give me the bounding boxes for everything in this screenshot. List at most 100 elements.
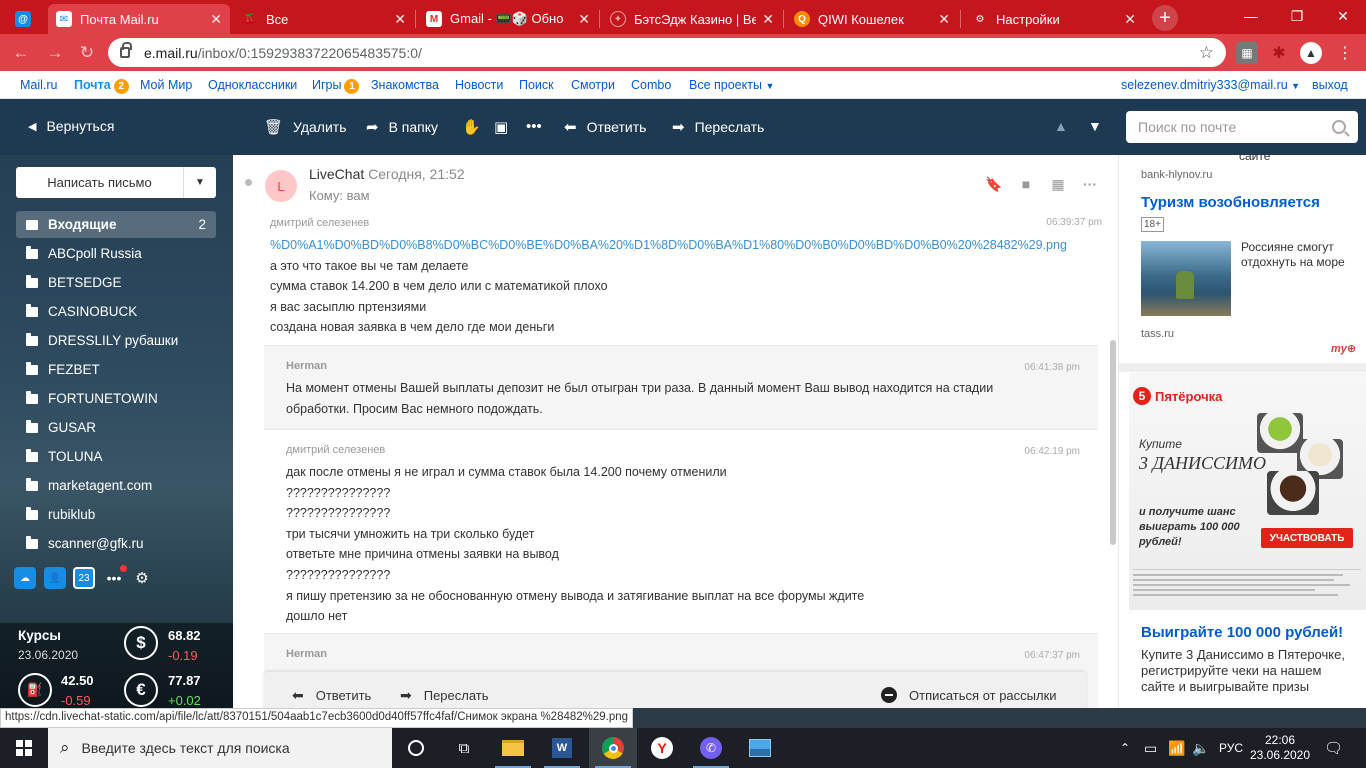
ad-source[interactable]: bank-hlynov.ru <box>1141 169 1212 181</box>
start-button[interactable] <box>0 728 48 768</box>
participate-button[interactable]: УЧАСТВОВАТЬ <box>1261 528 1353 548</box>
sidebar-item-folder[interactable]: TOLUNA <box>16 443 216 470</box>
sender-name[interactable]: LiveChat <box>309 166 364 182</box>
portal-link-mail[interactable]: Почта 2 <box>74 78 129 94</box>
mailru-app-tab[interactable]: @ <box>10 4 36 34</box>
taskbar-search[interactable]: ⌕ Введите здесь текст для поиска <box>48 728 392 768</box>
mail-search[interactable] <box>1126 111 1358 143</box>
tab-mailru[interactable]: ✉ Почта Mail.ru ✕ <box>48 4 230 34</box>
portal-link-watch[interactable]: Смотри <box>571 78 615 92</box>
sidebar-item-folder[interactable]: DRESSLILY рубашки <box>16 327 216 354</box>
taskbar-chrome[interactable] <box>589 728 637 768</box>
taskbar-photos[interactable] <box>736 728 784 768</box>
sidebar-item-folder[interactable]: GUSAR <box>16 414 216 441</box>
settings-gear-icon[interactable]: ⚙ <box>131 567 153 589</box>
new-tab-button[interactable]: + <box>1152 5 1178 31</box>
extension-triangle-icon[interactable]: ▲ <box>1300 42 1322 64</box>
sidebar-item-folder[interactable]: FEZBET <box>16 356 216 383</box>
ad-image-lake[interactable] <box>1141 241 1231 316</box>
menu-dots-icon[interactable]: ⋮ <box>1334 42 1356 64</box>
restore-button[interactable]: ❐ <box>1274 0 1320 32</box>
scrollbar-thumb[interactable] <box>1110 340 1116 545</box>
close-window-button[interactable]: ✕ <box>1320 0 1366 32</box>
volume-icon[interactable]: 🔈 <box>1192 728 1209 768</box>
sidebar-item-inbox[interactable]: Входящие 2 <box>16 211 216 238</box>
portal-link-search[interactable]: Поиск <box>519 78 554 92</box>
sidebar-item-folder[interactable]: ABCpoll Russia <box>16 240 216 267</box>
next-message-button[interactable]: ▼ <box>1088 118 1102 134</box>
close-tab-icon[interactable]: ✕ <box>1124 11 1136 28</box>
close-tab-icon[interactable]: ✕ <box>938 11 950 28</box>
more-apps-icon[interactable]: ••• <box>103 565 127 589</box>
sidebar-item-folder[interactable]: CASINOBUCK <box>16 298 216 325</box>
read-status-dot[interactable] <box>245 179 252 186</box>
reload-icon[interactable]: ↻ <box>76 42 98 64</box>
notifications-icon[interactable]: 🗨 <box>1324 728 1343 768</box>
portal-link-news[interactable]: Новости <box>455 78 503 92</box>
move-to-folder-button[interactable]: ➦ В папку <box>366 118 438 136</box>
minimize-button[interactable]: — <box>1228 0 1274 32</box>
extension-icon[interactable]: ▦ <box>1236 42 1258 64</box>
taskbar-word[interactable]: W <box>538 728 586 768</box>
user-email[interactable]: selezenev.dmitriy333@mail.ru ▼ <box>1121 78 1300 92</box>
reply-button[interactable]: ⬅ Ответить <box>564 118 646 136</box>
close-tab-icon[interactable]: ✕ <box>394 11 406 28</box>
close-tab-icon[interactable]: ✕ <box>578 11 590 28</box>
wifi-icon[interactable]: 📶 <box>1168 728 1185 768</box>
tab-qiwi[interactable]: Q QIWI Кошелек ✕ <box>786 4 958 34</box>
unsubscribe-button[interactable]: Отписаться от рассылки <box>881 687 1057 703</box>
bookmark-star-icon[interactable]: ☆ <box>1199 43 1214 63</box>
close-tab-icon[interactable]: ✕ <box>762 11 774 28</box>
sidebar-item-folder[interactable]: BETSEDGE <box>16 269 216 296</box>
extension-puzzle-icon[interactable]: ✱ <box>1268 42 1290 64</box>
back-button[interactable]: ◀ Вернуться <box>28 118 114 134</box>
portal-link-mailru[interactable]: Mail.ru <box>20 78 58 92</box>
task-view-button[interactable]: ⧉ <box>440 728 488 768</box>
video-call-icon[interactable]: ■ <box>1018 176 1034 192</box>
sidebar-item-folder[interactable]: marketagent.com <box>16 472 216 499</box>
portal-link-dating[interactable]: Знакомства <box>371 78 439 92</box>
back-arrow-icon[interactable]: ← <box>10 42 32 64</box>
ad-headline[interactable]: Туризм возобновляется <box>1141 194 1320 211</box>
address-bar[interactable]: e.mail.ru/inbox/0:15929383722065483575:0… <box>108 38 1226 67</box>
search-input[interactable] <box>1138 119 1332 135</box>
more-button[interactable]: ••• <box>526 118 542 135</box>
tab-settings[interactable]: ⚙ Настройки ✕ <box>964 4 1144 34</box>
calendar-event-icon[interactable]: ▦ <box>1050 176 1066 192</box>
pyaterochka-banner[interactable]: 5 Пятёрочка Купите 3 ДАНИССИМО и получит… <box>1129 373 1366 610</box>
more-dots-icon[interactable]: ··· <box>1082 176 1098 192</box>
taskbar-viber[interactable]: ✆ <box>687 728 735 768</box>
spam-button[interactable]: ✋ <box>462 118 481 136</box>
ad-teaser[interactable]: Россияне смогут отдохнуть на море <box>1241 240 1359 270</box>
sidebar-item-folder[interactable]: rubiklub <box>16 501 216 528</box>
delete-button[interactable]: 🗑 Удалить <box>264 118 347 136</box>
sidebar-item-folder[interactable]: FORTUNETOWIN <box>16 385 216 412</box>
taskbar-yandex[interactable]: Y <box>638 728 686 768</box>
ad-source[interactable]: tass.ru <box>1141 328 1174 340</box>
forward-button[interactable]: ➡ Переслать <box>672 118 764 136</box>
clock[interactable]: 22:06 23.06.2020 <box>1250 728 1310 768</box>
network-icon[interactable]: ▭ <box>1144 728 1157 768</box>
taskbar-explorer[interactable] <box>489 728 537 768</box>
cortana-button[interactable] <box>392 728 440 768</box>
logout-link[interactable]: выход <box>1312 78 1348 92</box>
language-indicator[interactable]: РУС <box>1219 728 1243 768</box>
reply-button[interactable]: ⬅ Ответить <box>292 687 371 704</box>
compose-button[interactable]: Написать письмо ▼ <box>16 167 216 198</box>
search-icon[interactable] <box>1332 120 1346 134</box>
portal-link-ok[interactable]: Одноклассники <box>208 78 297 92</box>
forward-button[interactable]: ➡ Переслать <box>400 687 489 704</box>
forward-arrow-icon[interactable]: → <box>44 42 66 64</box>
portal-link-all-projects[interactable]: Все проекты ▼ <box>689 78 774 92</box>
close-tab-icon[interactable]: ✕ <box>210 11 222 28</box>
calendar-icon[interactable]: 23 <box>73 567 95 589</box>
portal-link-myworld[interactable]: Мой Мир <box>140 78 192 92</box>
bookmark-icon[interactable]: 🔖 <box>985 176 1002 192</box>
portal-link-games[interactable]: Игры 1 <box>312 78 360 94</box>
archive-button[interactable]: ▣ <box>494 118 508 136</box>
ad-headline[interactable]: Выиграйте 100 000 рублей! <box>1141 624 1343 641</box>
tab-betsedge[interactable]: ✦ БэтсЭдж Казино | Bets ✕ <box>602 4 782 34</box>
attachment-link[interactable]: %D0%A1%D0%BD%D0%B8%D0%BC%D0%BE%D0%BA%20%… <box>270 235 1067 256</box>
ad-teaser[interactable]: Купите 3 Даниссимо в Пятерочке, регистри… <box>1141 647 1351 695</box>
cloud-icon[interactable]: ☁ <box>14 567 36 589</box>
